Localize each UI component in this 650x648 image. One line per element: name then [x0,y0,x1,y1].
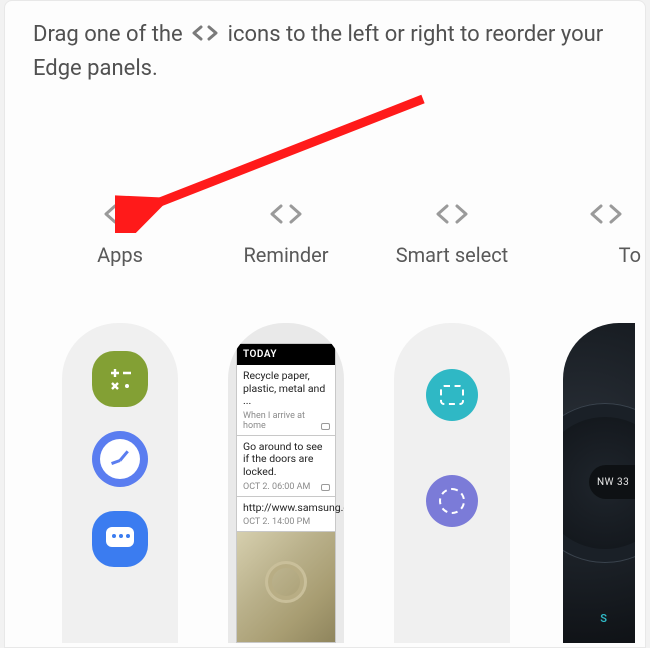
reminder-item-title: http://www.samsung.com [243,502,329,515]
clock-icon [92,431,148,487]
reminder-item-sub: When I arrive at home [243,411,329,431]
panel-preview-reminder: TODAY Recycle paper, plastic, metal and … [228,323,344,643]
reminder-image-thumbnail [237,532,335,642]
reminder-list: TODAY Recycle paper, plastic, metal and … [236,343,336,643]
drag-handle-apps[interactable] [100,199,140,229]
panel-list: Apps [5,181,645,647]
compass-south-label: S [600,612,607,625]
panel-preview-apps [62,323,178,643]
reminder-item: Recycle paper, plastic, metal and ... Wh… [237,365,335,436]
reminder-item-sub: OCT 2. 06:00 AM [243,482,329,492]
drag-handle-icon [190,21,220,53]
panel-apps[interactable]: Apps [37,181,203,647]
panel-reminder[interactable]: Reminder TODAY Recycle paper, plastic, m… [203,181,369,647]
edge-panels-reorder-screen: Drag one of the icons to the left or rig… [4,0,646,648]
rectangle-select-icon [426,369,478,421]
messages-icon [92,511,148,567]
panel-label-tools: To [619,243,641,267]
repeat-icon [321,423,330,430]
panel-preview-smart-select [394,323,510,643]
panel-smart-select[interactable]: Smart select [369,181,535,647]
compass-heading: NW 33 [589,465,635,499]
repeat-icon [321,484,330,491]
panel-label-smart-select: Smart select [396,243,508,267]
panel-preview-compass: NW 33 S [563,323,635,643]
reminder-item: http://www.samsung.com OCT 2. 14:00 PM [237,497,335,533]
drag-handle-smart-select[interactable] [432,199,472,229]
panel-label-reminder: Reminder [243,243,328,267]
reminder-item-sub: OCT 2. 14:00 PM [243,517,329,527]
reminder-item-title: Recycle paper, plastic, metal and ... [243,370,329,408]
instructions-part1: Drag one of the [33,22,183,47]
reminder-header: TODAY [237,344,335,365]
drag-handle-tools[interactable] [586,199,626,229]
panel-label-apps: Apps [97,243,143,267]
reminder-item: Go around to see if the doors are locked… [237,436,335,497]
instructions-text: Drag one of the icons to the left or rig… [5,1,645,85]
panel-tools[interactable]: To NW 33 S [535,181,635,647]
oval-select-icon [426,475,478,527]
drag-handle-reminder[interactable] [266,199,306,229]
calculator-icon [92,351,148,407]
reminder-item-title: Go around to see if the doors are locked… [243,441,329,479]
